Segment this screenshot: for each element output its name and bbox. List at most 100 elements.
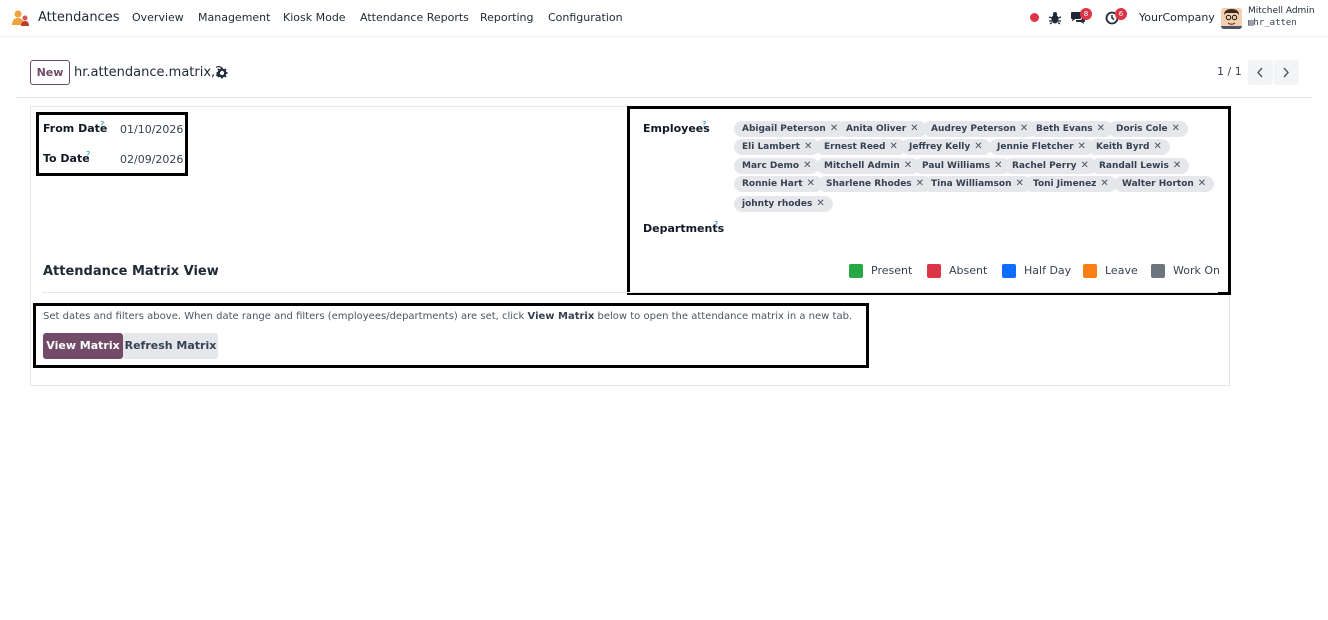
tag-remove-icon[interactable]: ✕: [830, 123, 838, 134]
employees-label: Employees: [643, 122, 710, 135]
to-date-field[interactable]: 02/09/2026: [120, 153, 183, 166]
legend-swatch-present: [849, 264, 863, 278]
employee-tag-label: Doris Cole: [1116, 124, 1168, 134]
employee-tag-label: Randall Lewis: [1099, 161, 1169, 171]
to-date-label: To Date: [43, 152, 90, 165]
legend-swatch-leave: [1083, 264, 1097, 278]
employee-tag: Eli Lambert ✕: [734, 139, 821, 155]
employee-tag-label: Sharlene Rhodes: [826, 179, 912, 189]
section-title: Attendance Matrix View: [43, 264, 219, 279]
employee-tag-label: Marc Demo: [742, 161, 800, 171]
legend-label-work-on: Work On: [1173, 264, 1220, 277]
employee-tag-label: Jennie Fletcher: [997, 142, 1074, 152]
new-button[interactable]: New: [30, 60, 70, 85]
employee-tag-label: Anita Oliver: [846, 124, 907, 134]
employee-tag-label: Rachel Perry: [1012, 161, 1077, 171]
tag-remove-icon[interactable]: ✕: [994, 160, 1002, 171]
company-switcher[interactable]: YourCompany: [1139, 11, 1215, 24]
employee-tag: Randall Lewis ✕: [1091, 158, 1190, 174]
employee-tag-label: Mitchell Admin: [824, 161, 900, 171]
menu-reporting[interactable]: Reporting: [480, 11, 533, 24]
bug-icon[interactable]: [1048, 11, 1062, 25]
employee-tag: Marc Demo ✕: [734, 158, 820, 174]
gear-icon[interactable]: [216, 67, 228, 79]
tag-remove-icon[interactable]: ✕: [1172, 123, 1180, 134]
view-matrix-button[interactable]: View Matrix: [43, 333, 123, 359]
app-title[interactable]: Attendances: [38, 10, 119, 25]
legend-swatch-half-day: [1002, 264, 1016, 278]
tag-remove-icon[interactable]: ✕: [910, 123, 918, 134]
pager-next-button[interactable]: [1274, 60, 1299, 85]
menu-management[interactable]: Management: [198, 11, 270, 24]
tag-remove-icon[interactable]: ✕: [1020, 123, 1028, 134]
employee-tag-label: Jeffrey Kelly: [909, 142, 971, 152]
from-date-help[interactable]: ?: [100, 120, 104, 129]
legend-swatch-work-on: [1151, 264, 1165, 278]
activity-badge: 6: [1115, 8, 1127, 20]
tag-remove-icon[interactable]: ✕: [816, 198, 824, 209]
database-name: ▤hr_atten: [1248, 18, 1297, 28]
employee-tag: Toni Jimenez ✕: [1025, 176, 1117, 192]
employee-tag: Tina Williamson ✕: [923, 176, 1032, 192]
to-date-help[interactable]: ?: [86, 150, 90, 159]
from-date-field[interactable]: 01/10/2026: [120, 123, 183, 136]
legend-label-half-day: Half Day: [1024, 264, 1072, 277]
tag-remove-icon[interactable]: ✕: [804, 141, 812, 152]
from-date-label: From Date: [43, 122, 108, 135]
tag-remove-icon[interactable]: ✕: [1173, 160, 1181, 171]
instructions-text-post: below to open the attendance matrix in a…: [594, 311, 853, 322]
employee-tag: Rachel Perry ✕: [1004, 158, 1097, 174]
legend-label-absent: Absent: [949, 264, 988, 277]
tag-remove-icon[interactable]: ✕: [974, 141, 982, 152]
refresh-matrix-button[interactable]: Refresh Matrix: [123, 333, 218, 359]
tag-remove-icon[interactable]: ✕: [889, 141, 897, 152]
pager-value[interactable]: 1 / 1: [1217, 65, 1242, 78]
employee-tag-label: Beth Evans: [1036, 124, 1093, 134]
employees-help[interactable]: ?: [702, 120, 706, 129]
tag-remove-icon[interactable]: ✕: [1081, 160, 1089, 171]
recording-indicator[interactable]: [1030, 13, 1039, 22]
employee-tag: Jeffrey Kelly ✕: [901, 139, 991, 155]
employee-tag-label: Tina Williamson: [931, 179, 1012, 189]
employee-tag: Jennie Fletcher ✕: [989, 139, 1094, 155]
employee-tag-label: Walter Horton: [1122, 179, 1194, 189]
menu-kiosk-mode[interactable]: Kiosk Mode: [283, 11, 346, 24]
tag-remove-icon[interactable]: ✕: [1153, 141, 1161, 152]
departments-help[interactable]: ?: [714, 220, 718, 229]
employee-tag: Beth Evans ✕: [1028, 121, 1114, 137]
database-name-text: hr_atten: [1253, 18, 1297, 28]
tag-remove-icon[interactable]: ✕: [807, 178, 815, 189]
legend-label-present: Present: [871, 264, 913, 277]
menu-attendance-reports[interactable]: Attendance Reports: [360, 11, 469, 24]
instructions-text: Set dates and filters above. When date r…: [43, 311, 852, 322]
employee-tag-label: Audrey Peterson: [931, 124, 1016, 134]
employee-tag: Paul Williams ✕: [914, 158, 1011, 174]
tag-remove-icon[interactable]: ✕: [803, 160, 811, 171]
employee-tag: Mitchell Admin ✕: [816, 158, 921, 174]
tag-remove-icon[interactable]: ✕: [1198, 178, 1206, 189]
employee-tag-label: Eli Lambert: [742, 142, 800, 152]
tag-remove-icon[interactable]: ✕: [1078, 141, 1086, 152]
menu-configuration[interactable]: Configuration: [548, 11, 623, 24]
legend-label-leave: Leave: [1105, 264, 1138, 277]
employee-tag: Sharlene Rhodes ✕: [818, 176, 933, 192]
employee-tag: johnty rhodes ✕: [734, 196, 833, 212]
top-navbar: Attendances Overview Management Kiosk Mo…: [0, 0, 1328, 37]
chat-badge: 8: [1080, 8, 1092, 20]
user-name[interactable]: Mitchell Admin: [1248, 6, 1315, 16]
attendances-app-icon[interactable]: [11, 9, 31, 27]
instructions-text-bold: View Matrix: [527, 311, 595, 322]
employee-tag-label: Toni Jimenez: [1033, 179, 1097, 189]
breadcrumb-record-title: hr.attendance.matrix,2: [74, 65, 224, 80]
pager-previous-button[interactable]: [1248, 60, 1273, 85]
menu-overview[interactable]: Overview: [132, 11, 184, 24]
tag-remove-icon[interactable]: ✕: [1016, 178, 1024, 189]
tag-remove-icon[interactable]: ✕: [1100, 178, 1108, 189]
tag-remove-icon[interactable]: ✕: [1097, 123, 1105, 134]
tag-remove-icon[interactable]: ✕: [904, 160, 912, 171]
chevron-left-icon: [1257, 67, 1263, 78]
employee-tag-label: Ernest Reed: [824, 142, 886, 152]
user-avatar[interactable]: [1221, 8, 1242, 29]
employee-tag: Anita Oliver ✕: [838, 121, 927, 137]
employee-tag: Ernest Reed ✕: [816, 139, 906, 155]
